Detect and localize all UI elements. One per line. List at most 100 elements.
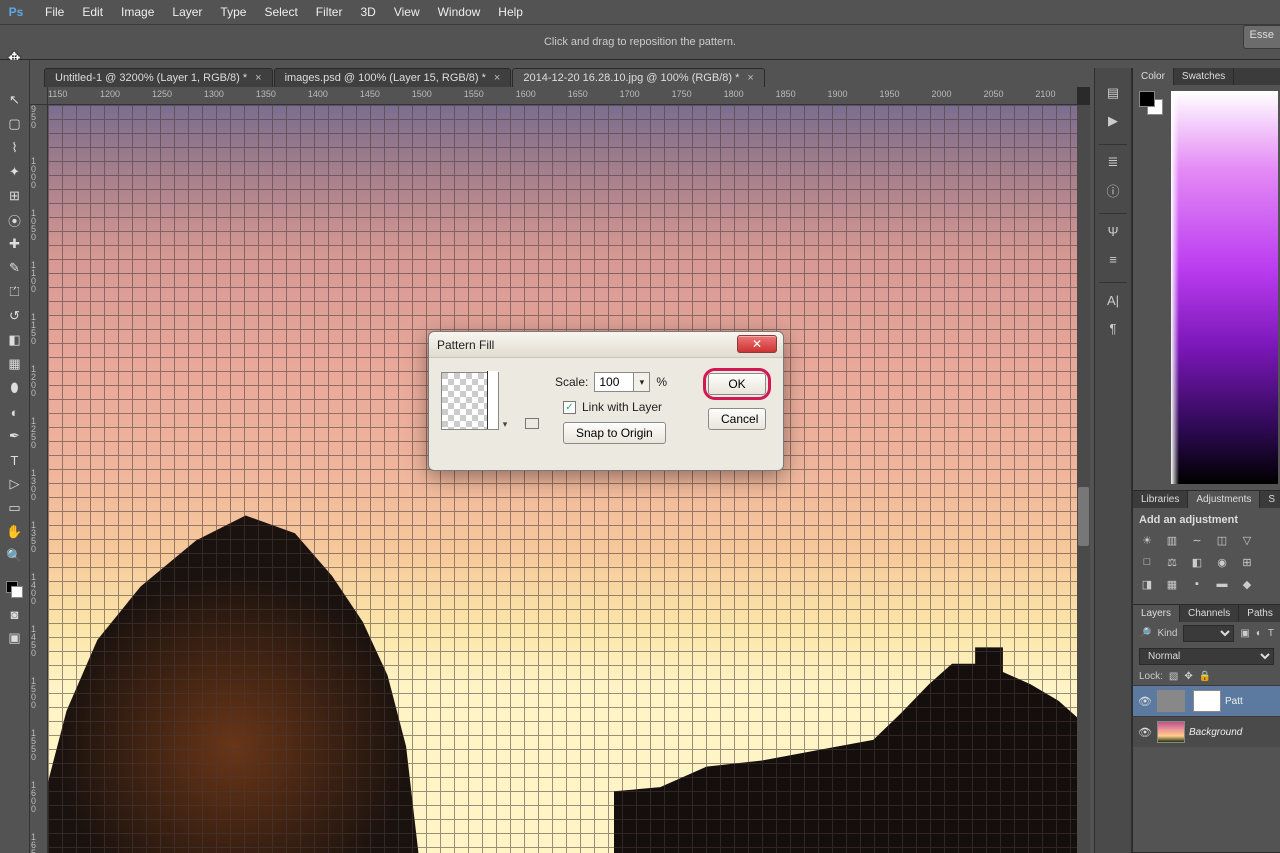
menu-file[interactable]: File — [36, 5, 73, 19]
document-viewport[interactable] — [48, 105, 1077, 853]
adj-hue-icon[interactable]: □ — [1139, 554, 1155, 570]
workspace-switcher[interactable]: Esse — [1243, 25, 1280, 49]
tab-adjustments[interactable]: Adjustments — [1188, 491, 1260, 508]
magic-wand-tool[interactable]: ✦ — [3, 162, 27, 182]
tab-libraries[interactable]: Libraries — [1133, 491, 1188, 508]
clone-source-icon[interactable]: ≡ — [1101, 248, 1125, 270]
menu-edit[interactable]: Edit — [73, 5, 112, 19]
close-icon[interactable]: × — [494, 72, 500, 84]
zoom-tool[interactable]: 🔍 — [3, 546, 27, 566]
tab-styles-frag[interactable]: S — [1260, 491, 1280, 508]
filter-icon-1[interactable]: ▣ — [1240, 628, 1249, 639]
chevron-down-icon[interactable]: ▾ — [633, 373, 649, 391]
menu-type[interactable]: Type — [211, 5, 255, 19]
menu-3d[interactable]: 3D — [351, 5, 384, 19]
adj-posterize-icon[interactable]: ▦ — [1164, 576, 1180, 592]
layer-row[interactable]: 👁 Background — [1133, 716, 1280, 747]
eyedropper-tool[interactable]: ⦿ — [3, 210, 27, 230]
filter-icon-3[interactable]: T — [1268, 628, 1274, 639]
brushes-icon[interactable]: Ψ — [1101, 220, 1125, 242]
filter-icon-2[interactable]: ◐ — [1256, 628, 1262, 639]
adj-selective-color-icon[interactable]: ◆ — [1239, 576, 1255, 592]
filter-kind-select[interactable] — [1183, 625, 1234, 642]
adj-bw-icon[interactable]: ◧ — [1189, 554, 1205, 570]
crop-tool[interactable]: ⊞ — [3, 186, 27, 206]
lasso-tool[interactable]: ⌇ — [3, 138, 27, 158]
document-tab[interactable]: 2014-12-20 16.28.10.jpg @ 100% (RGB/8) *… — [512, 68, 764, 87]
history-brush-tool[interactable]: ↺ — [3, 306, 27, 326]
dialog-titlebar[interactable]: Pattern Fill ✕ — [429, 332, 783, 358]
visibility-icon[interactable]: 👁 — [1137, 726, 1153, 739]
properties-icon[interactable]: ≣ — [1101, 151, 1125, 173]
quick-mask-icon[interactable]: ◙ — [3, 604, 27, 624]
adj-brightness-icon[interactable]: ☀ — [1139, 532, 1155, 548]
pattern-picker-dropdown[interactable] — [501, 372, 509, 430]
ok-button[interactable]: OK — [708, 373, 766, 395]
layer-name[interactable]: Patt — [1225, 696, 1243, 707]
layer-mask-thumbnail[interactable] — [1193, 690, 1221, 712]
pattern-preview[interactable] — [441, 372, 499, 430]
adj-gradient-map-icon[interactable]: ▬ — [1214, 576, 1230, 592]
screen-mode-icon[interactable]: ▣ — [3, 628, 27, 648]
paragraph-icon[interactable]: ¶ — [1101, 317, 1125, 339]
adj-threshold-icon[interactable]: ▪ — [1189, 576, 1205, 592]
shape-tool[interactable]: ▭ — [3, 498, 27, 518]
tab-swatches[interactable]: Swatches — [1174, 68, 1234, 85]
close-icon[interactable]: × — [747, 72, 753, 84]
vertical-scrollbar[interactable] — [1077, 105, 1090, 840]
lock-pixels-icon[interactable]: ▧ — [1169, 671, 1178, 682]
snap-to-origin-button[interactable]: Snap to Origin — [563, 422, 666, 444]
adj-channel-mixer-icon[interactable]: ⊞ — [1239, 554, 1255, 570]
path-select-tool[interactable]: ▷ — [3, 474, 27, 494]
layer-name[interactable]: Background — [1189, 727, 1242, 738]
tab-paths[interactable]: Paths — [1239, 605, 1280, 622]
layer-row[interactable]: 👁 Patt — [1133, 685, 1280, 716]
character-icon[interactable]: A| — [1101, 289, 1125, 311]
blend-mode-select[interactable]: Normal — [1139, 648, 1274, 665]
dodge-tool[interactable]: ◐ — [3, 402, 27, 422]
scale-input[interactable]: ▾ — [594, 372, 650, 392]
foreground-background-swatch[interactable] — [1139, 91, 1165, 117]
type-tool[interactable]: T — [3, 450, 27, 470]
eraser-tool[interactable]: ◧ — [3, 330, 27, 350]
adj-balance-icon[interactable]: ⚖ — [1164, 554, 1180, 570]
document-tab[interactable]: images.psd @ 100% (Layer 15, RGB/8) *× — [274, 68, 512, 87]
history-icon[interactable]: ▤ — [1101, 82, 1125, 104]
healing-tool[interactable]: ✚ — [3, 234, 27, 254]
adj-vibrance-icon[interactable]: ▽ — [1239, 532, 1255, 548]
adj-curves-icon[interactable]: ∼ — [1189, 532, 1205, 548]
vertical-ruler[interactable]: 9501000105011001150120012501300135014001… — [30, 105, 48, 853]
gradient-tool[interactable]: ▦ — [3, 354, 27, 374]
tab-layers[interactable]: Layers — [1133, 605, 1180, 622]
scale-value-field[interactable] — [595, 373, 633, 391]
close-icon[interactable]: ✕ — [737, 335, 777, 353]
move-tool[interactable]: ↖ — [3, 90, 27, 110]
menu-help[interactable]: Help — [489, 5, 532, 19]
layer-thumbnail[interactable] — [1157, 690, 1185, 712]
marquee-tool[interactable]: ▢ — [3, 114, 27, 134]
menu-image[interactable]: Image — [112, 5, 163, 19]
layer-thumbnail[interactable] — [1157, 721, 1185, 743]
blur-tool[interactable]: ⬮ — [3, 378, 27, 398]
pen-tool[interactable]: ✒ — [3, 426, 27, 446]
menu-select[interactable]: Select — [255, 5, 306, 19]
link-with-layer-checkbox[interactable]: ✓ — [563, 401, 576, 414]
adj-levels-icon[interactable]: ▥ — [1164, 532, 1180, 548]
lock-position-icon[interactable]: ✥ — [1184, 671, 1192, 682]
menu-view[interactable]: View — [385, 5, 429, 19]
visibility-icon[interactable]: 👁 — [1137, 695, 1153, 708]
adj-photo-filter-icon[interactable]: ◉ — [1214, 554, 1230, 570]
tab-color[interactable]: Color — [1133, 68, 1174, 85]
close-icon[interactable]: × — [255, 72, 261, 84]
color-picker-field[interactable] — [1171, 91, 1278, 484]
tab-channels[interactable]: Channels — [1180, 605, 1239, 622]
horizontal-ruler[interactable]: 1150120012501300135014001450150015501600… — [48, 87, 1077, 105]
stamp-tool[interactable]: ⏍ — [3, 282, 27, 302]
adj-invert-icon[interactable]: ◨ — [1139, 576, 1155, 592]
create-pattern-icon[interactable] — [525, 418, 539, 429]
info-icon[interactable]: ⓘ — [1101, 179, 1125, 201]
hand-tool[interactable]: ✋ — [3, 522, 27, 542]
cancel-button[interactable]: Cancel — [708, 408, 766, 430]
lock-all-icon[interactable]: 🔒 — [1199, 671, 1211, 682]
document-tab[interactable]: Untitled-1 @ 3200% (Layer 1, RGB/8) *× — [44, 68, 273, 87]
